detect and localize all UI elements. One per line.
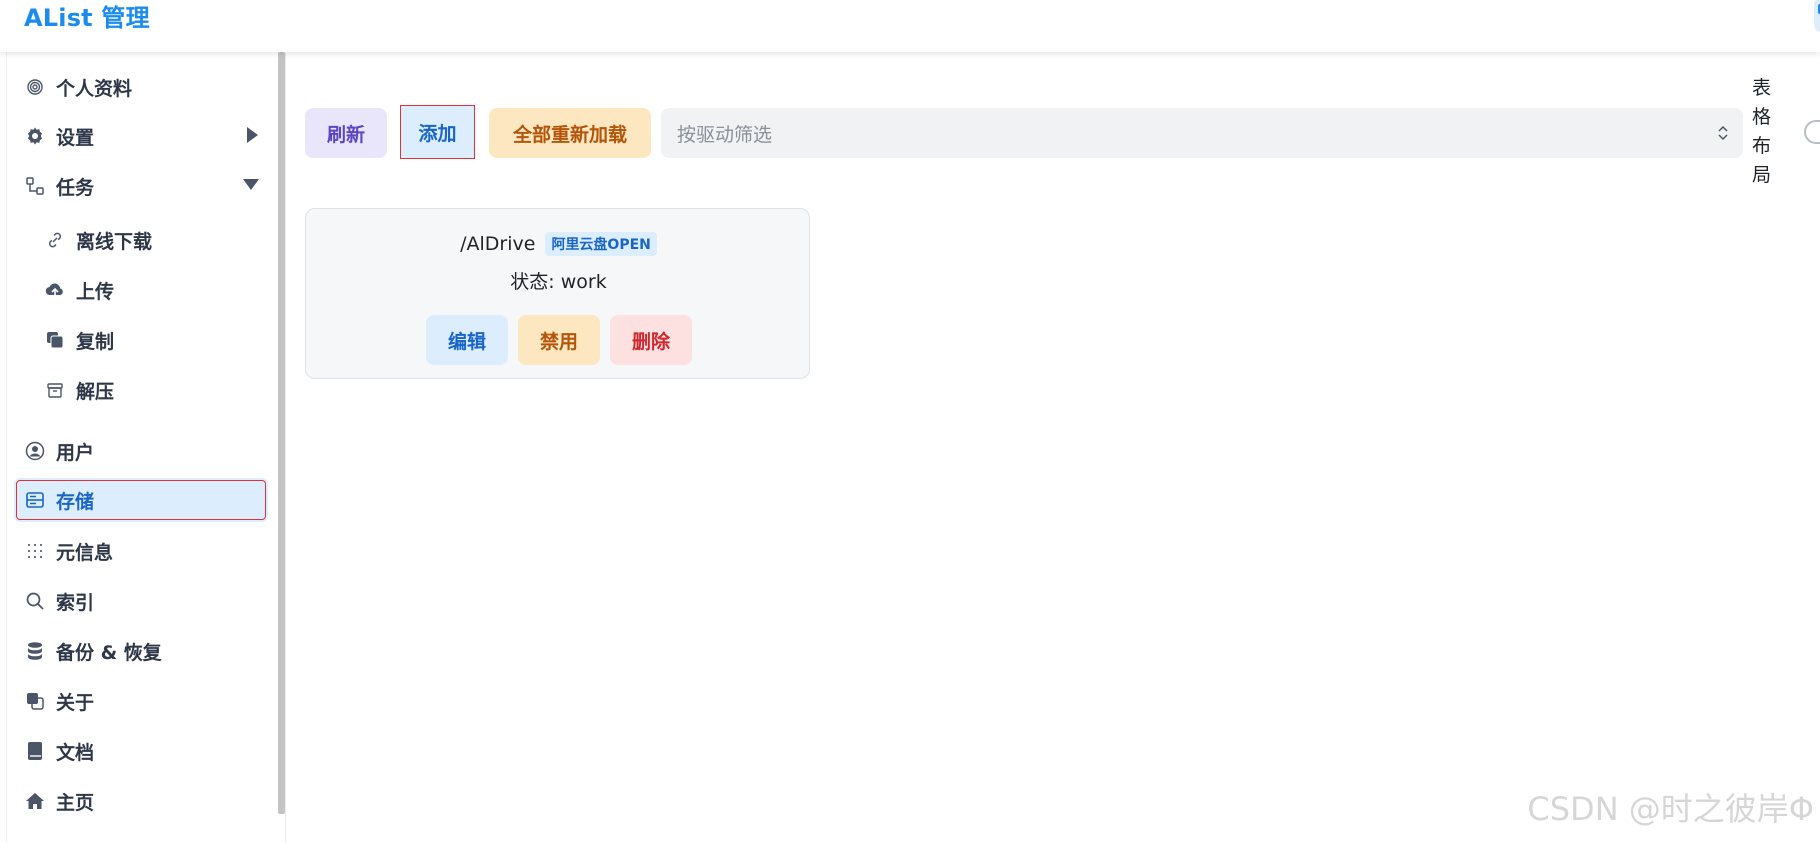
archive-icon bbox=[44, 379, 66, 401]
sidebar-item-label: 复制 bbox=[76, 330, 115, 353]
sidebar-item-label: 上传 bbox=[76, 280, 115, 303]
about-icon bbox=[24, 690, 46, 712]
sidebar-item-tasks[interactable]: 任务 bbox=[8, 164, 268, 208]
gear-icon bbox=[24, 125, 46, 147]
sidebar-item-label: 解压 bbox=[76, 380, 115, 403]
storage-icon bbox=[24, 489, 46, 511]
storage-card: /AlDrive 阿里云盘OPEN 状态: work 编辑 禁用 删除 bbox=[305, 208, 810, 379]
user-circle-icon bbox=[24, 440, 46, 462]
sidebar-item-decompress[interactable]: 解压 bbox=[8, 368, 268, 412]
sidebar-item-index[interactable]: 索引 bbox=[8, 579, 268, 623]
sidebar-item-copy[interactable]: 复制 bbox=[8, 318, 268, 362]
storage-mount-path: /AlDrive bbox=[460, 233, 536, 255]
sidebar-item-storage[interactable]: 存储 bbox=[14, 478, 268, 522]
sidebar-item-label: 设置 bbox=[56, 126, 95, 149]
driver-filter-placeholder: 按驱动筛选 bbox=[677, 123, 773, 146]
sidebar-item-label: 备份 & 恢复 bbox=[56, 641, 162, 664]
sidebar-item-label: 离线下载 bbox=[76, 230, 153, 253]
driver-badge: 阿里云盘OPEN bbox=[545, 232, 657, 256]
sidebar-item-metadata[interactable]: 元信息 bbox=[8, 529, 268, 573]
sidebar-item-about[interactable]: 关于 bbox=[8, 679, 268, 723]
edit-button[interactable]: 编辑 bbox=[426, 315, 508, 365]
fingerprint-icon bbox=[24, 76, 46, 98]
header-action-button[interactable] bbox=[1814, 0, 1820, 32]
sidebar-item-label: 存储 bbox=[56, 490, 95, 513]
sidebar-item-label: 关于 bbox=[56, 691, 95, 714]
sidebar-item-label: 任务 bbox=[56, 176, 95, 199]
top-header: AList 管理 bbox=[0, 0, 1820, 52]
copy-icon bbox=[44, 329, 66, 351]
refresh-button[interactable]: 刷新 bbox=[305, 108, 387, 158]
database-icon bbox=[24, 640, 46, 662]
link-icon bbox=[44, 229, 66, 251]
metadata-icon bbox=[24, 540, 46, 562]
sidebar-item-label: 元信息 bbox=[56, 541, 114, 564]
sidebar-item-users[interactable]: 用户 bbox=[8, 429, 268, 473]
driver-filter-select[interactable]: 按驱动筛选 bbox=[661, 108, 1743, 158]
sidebar-item-home[interactable]: 主页 bbox=[8, 779, 268, 823]
watermark: CSDN @时之彼岸Φ bbox=[1527, 790, 1814, 828]
sidebar-item-label: 用户 bbox=[56, 441, 95, 464]
add-button[interactable]: 添加 bbox=[400, 105, 475, 159]
caret-right-icon[interactable] bbox=[244, 126, 260, 144]
disable-button[interactable]: 禁用 bbox=[518, 315, 600, 365]
sidebar-item-settings[interactable]: 设置 bbox=[8, 114, 268, 158]
table-layout-toggle[interactable] bbox=[1804, 120, 1820, 144]
cloud-upload-icon bbox=[44, 279, 66, 301]
tasks-icon bbox=[24, 175, 46, 197]
table-layout-label: 表格布局 bbox=[1752, 77, 1772, 186]
sidebar-item-offline-download[interactable]: 离线下载 bbox=[8, 218, 268, 262]
sidebar-item-docs[interactable]: 文档 bbox=[8, 729, 268, 773]
sidebar-item-profile[interactable]: 个人资料 bbox=[8, 65, 268, 109]
sidebar-item-label: 索引 bbox=[56, 591, 95, 614]
sidebar-item-backup-restore[interactable]: 备份 & 恢复 bbox=[8, 629, 268, 673]
storage-status: 状态: work bbox=[510, 271, 607, 293]
delete-button[interactable]: 删除 bbox=[610, 315, 692, 365]
book-icon bbox=[24, 740, 46, 762]
home-icon bbox=[24, 790, 46, 812]
sidebar-divider bbox=[285, 52, 286, 843]
sidebar-item-upload[interactable]: 上传 bbox=[8, 268, 268, 312]
app-title[interactable]: AList 管理 bbox=[24, 0, 150, 33]
sidebar-item-label: 主页 bbox=[56, 791, 95, 814]
chevron-up-down-icon bbox=[1717, 123, 1729, 143]
reload-all-button[interactable]: 全部重新加载 bbox=[489, 108, 651, 158]
sidebar-item-label: 个人资料 bbox=[56, 77, 133, 100]
search-icon bbox=[24, 590, 46, 612]
sidebar-scrollbar[interactable] bbox=[278, 52, 285, 814]
caret-down-icon[interactable] bbox=[242, 176, 260, 192]
storage-card-header: /AlDrive 阿里云盘OPEN bbox=[306, 229, 811, 259]
sidebar-item-label: 文档 bbox=[56, 741, 95, 764]
